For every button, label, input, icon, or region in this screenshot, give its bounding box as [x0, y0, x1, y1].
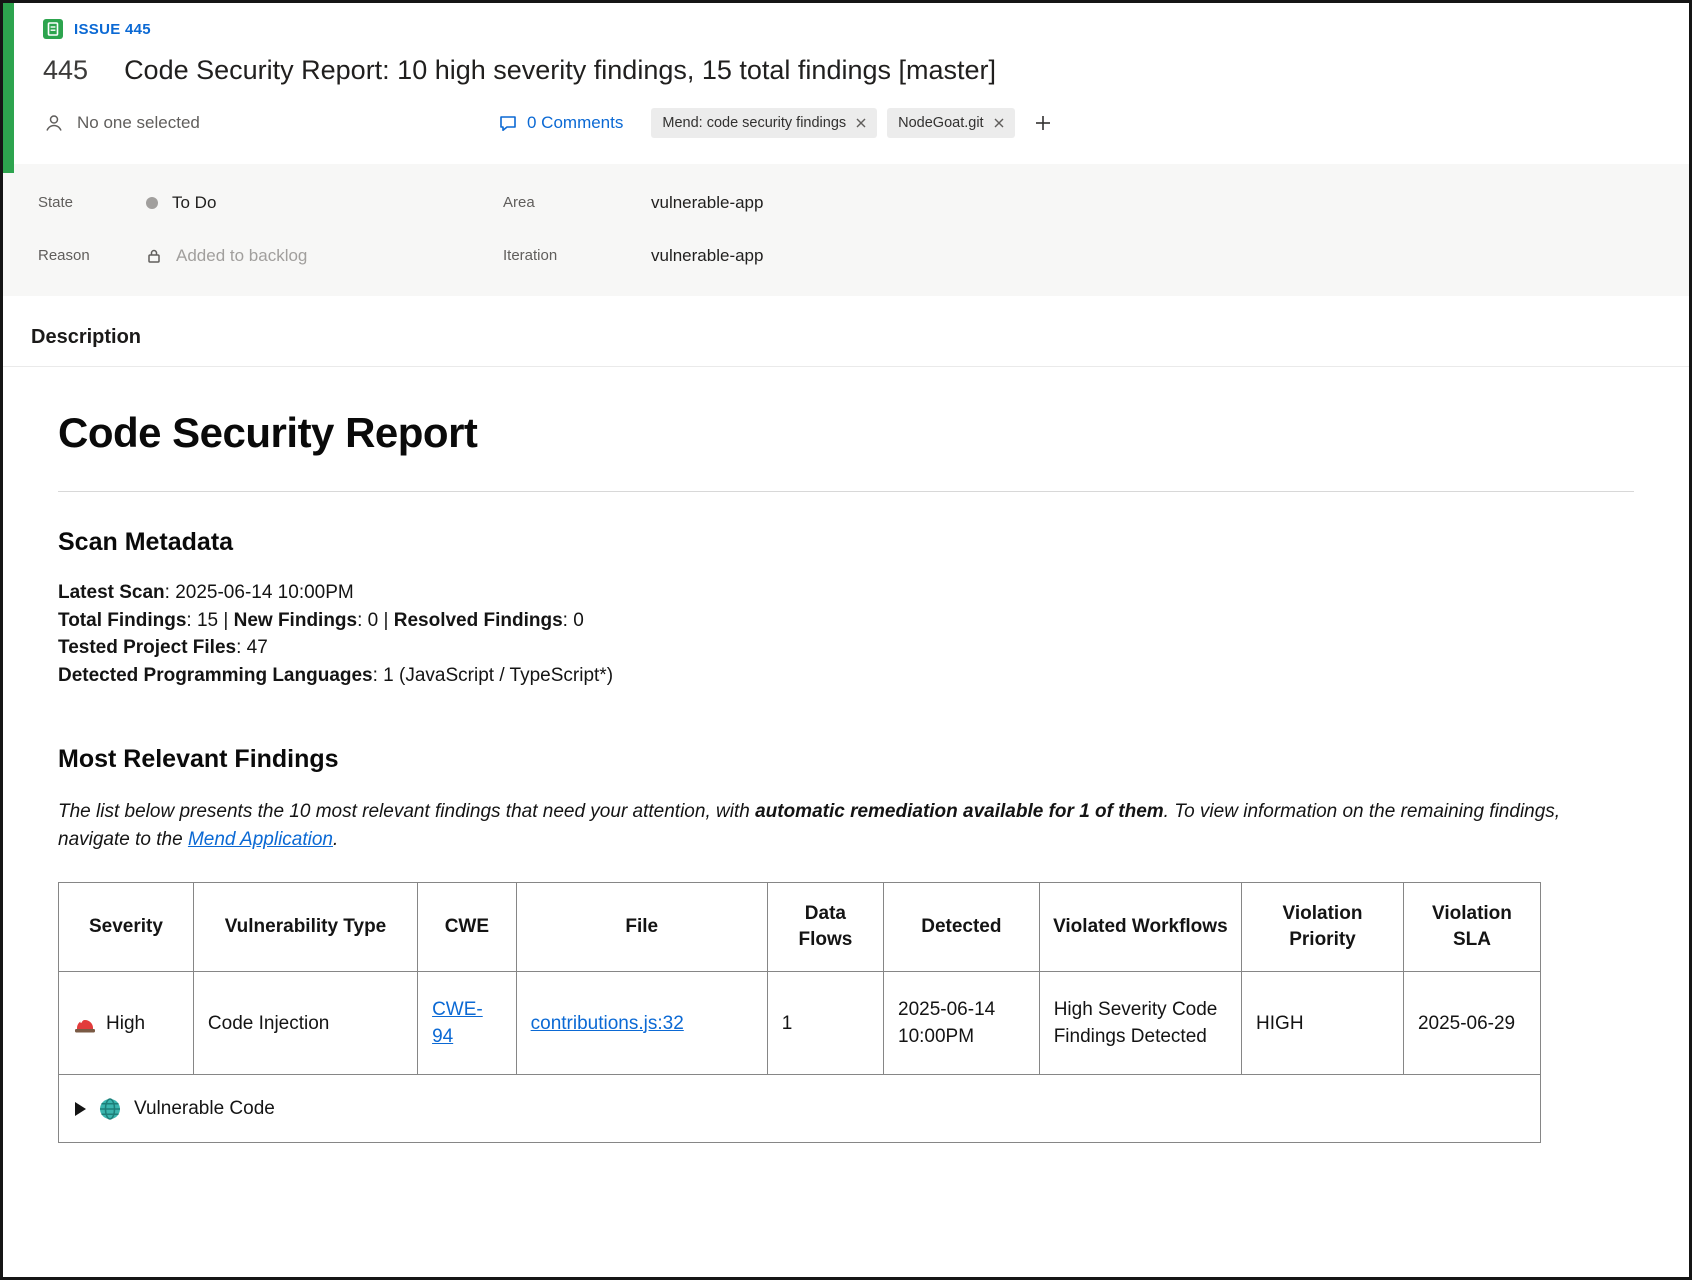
table-header-row: Severity Vulnerability Type CWE File Dat…: [59, 883, 1541, 972]
reason-label: Reason: [38, 247, 146, 264]
area-label: Area: [503, 194, 651, 211]
state-field-row: State To Do: [3, 176, 468, 229]
iteration-picker[interactable]: vulnerable-app: [651, 246, 763, 266]
violation-priority-cell: HIGH: [1242, 972, 1404, 1075]
assignee-picker[interactable]: No one selected: [43, 112, 498, 134]
cwe-link[interactable]: CWE-94: [432, 999, 483, 1047]
header-violation-sla: Violation SLA: [1403, 883, 1540, 972]
tag-list: Mend: code security findings NodeGoat.gi…: [651, 108, 1054, 138]
cwe-cell: CWE-94: [418, 972, 517, 1075]
vulnerable-code-cell: Vulnerable Code: [59, 1075, 1541, 1143]
fields-section: State To Do Reason Added to backlog Area: [3, 164, 1689, 296]
siren-icon: [73, 1012, 97, 1034]
file-link[interactable]: contributions.js:32: [531, 1013, 684, 1034]
issue-id: 445: [43, 55, 88, 86]
header-detected: Detected: [884, 883, 1040, 972]
issue-title-field[interactable]: Code Security Report: 10 high severity f…: [124, 55, 996, 86]
issue-type-color-bar: [3, 3, 14, 173]
description-heading: Description: [31, 326, 1689, 349]
header-data-flows: Data Flows: [767, 883, 883, 972]
report-title: Code Security Report: [58, 409, 1634, 457]
iteration-label: Iteration: [503, 247, 651, 264]
tag-pill[interactable]: Mend: code security findings: [651, 108, 877, 138]
header-cwe: CWE: [418, 883, 517, 972]
remove-tag-icon[interactable]: [856, 118, 866, 128]
findings-table: Severity Vulnerability Type CWE File Dat…: [58, 882, 1541, 1143]
state-label: State: [38, 194, 146, 211]
tag-pill[interactable]: NodeGoat.git: [887, 108, 1014, 138]
reason-field: Added to backlog: [146, 246, 307, 266]
description-section: Description Code Security Report Scan Me…: [3, 326, 1689, 1143]
tested-files-line: Tested Project Files: 47: [58, 634, 1634, 662]
scan-metadata-text: Latest Scan: 2025-06-14 10:00PM Total Fi…: [58, 579, 1634, 689]
comment-bubble-icon: [498, 113, 518, 133]
title-row: 445 Code Security Report: 10 high severi…: [43, 55, 1649, 86]
issue-kind-row: ISSUE 445: [43, 19, 1649, 39]
description-body: Code Security Report Scan Metadata Lates…: [3, 367, 1689, 1143]
add-tag-button[interactable]: [1031, 111, 1055, 135]
horizontal-rule: [58, 491, 1634, 492]
vulnerable-code-label: Vulnerable Code: [134, 1095, 275, 1122]
area-field-row: Area vulnerable-app: [468, 176, 1689, 229]
findings-note: The list below presents the 10 most rele…: [58, 798, 1634, 854]
scan-metadata-heading: Scan Metadata: [58, 528, 1634, 557]
remove-tag-icon[interactable]: [994, 118, 1004, 128]
vulnerability-type-cell: Code Injection: [193, 972, 417, 1075]
comments-link[interactable]: 0 Comments: [498, 113, 623, 133]
triangle-right-icon: [75, 1102, 86, 1116]
severity-cell: High: [59, 972, 194, 1075]
tag-label: NodeGoat.git: [898, 115, 983, 131]
work-item-header: ISSUE 445 445 Code Security Report: 10 h…: [3, 3, 1689, 138]
findings-counts-line: Total Findings: 15 | New Findings: 0 | R…: [58, 607, 1634, 635]
assignee-placeholder: No one selected: [77, 113, 200, 133]
vulnerable-code-row: Vulnerable Code: [59, 1075, 1541, 1143]
vulnerable-code-expander[interactable]: Vulnerable Code: [75, 1095, 1524, 1122]
meta-row: No one selected 0 Comments Mend: code se…: [43, 108, 1649, 138]
table-row: High Code Injection CWE-94 contributions…: [59, 972, 1541, 1075]
header-file: File: [516, 883, 767, 972]
comments-label: 0 Comments: [527, 113, 623, 133]
reason-field-row: Reason Added to backlog: [3, 229, 468, 282]
header-severity: Severity: [59, 883, 194, 972]
iteration-field-row: Iteration vulnerable-app: [468, 229, 1689, 282]
file-cell: contributions.js:32: [516, 972, 767, 1075]
detected-cell: 2025-06-14 10:00PM: [884, 972, 1040, 1075]
header-vulnerability-type: Vulnerability Type: [193, 883, 417, 972]
state-value: To Do: [172, 193, 216, 213]
issue-kind-label: ISSUE 445: [74, 21, 151, 38]
latest-scan-line: Latest Scan: 2025-06-14 10:00PM: [58, 579, 1634, 607]
most-relevant-findings-heading: Most Relevant Findings: [58, 745, 1634, 774]
fields-left-column: State To Do Reason Added to backlog: [3, 176, 468, 282]
fields-right-column: Area vulnerable-app Iteration vulnerable…: [468, 176, 1689, 282]
reason-value: Added to backlog: [176, 246, 307, 266]
violated-workflows-cell: High Severity Code Findings Detected: [1039, 972, 1241, 1075]
header-violated-workflows: Violated Workflows: [1039, 883, 1241, 972]
header-violation-priority: Violation Priority: [1242, 883, 1404, 972]
state-dot-icon: [146, 197, 158, 209]
area-picker[interactable]: vulnerable-app: [651, 193, 763, 213]
person-icon: [43, 112, 65, 134]
lock-icon: [146, 248, 162, 264]
tag-label: Mend: code security findings: [662, 115, 846, 131]
severity-value: High: [106, 1010, 145, 1037]
work-item-page: ISSUE 445 445 Code Security Report: 10 h…: [0, 0, 1692, 1280]
mend-application-link[interactable]: Mend Application: [188, 829, 333, 850]
globe-icon: [98, 1097, 122, 1121]
violation-sla-cell: 2025-06-29: [1403, 972, 1540, 1075]
data-flows-cell: 1: [767, 972, 883, 1075]
issue-type-icon: [43, 19, 63, 39]
state-picker[interactable]: To Do: [146, 193, 216, 213]
languages-line: Detected Programming Languages: 1 (JavaS…: [58, 662, 1634, 690]
